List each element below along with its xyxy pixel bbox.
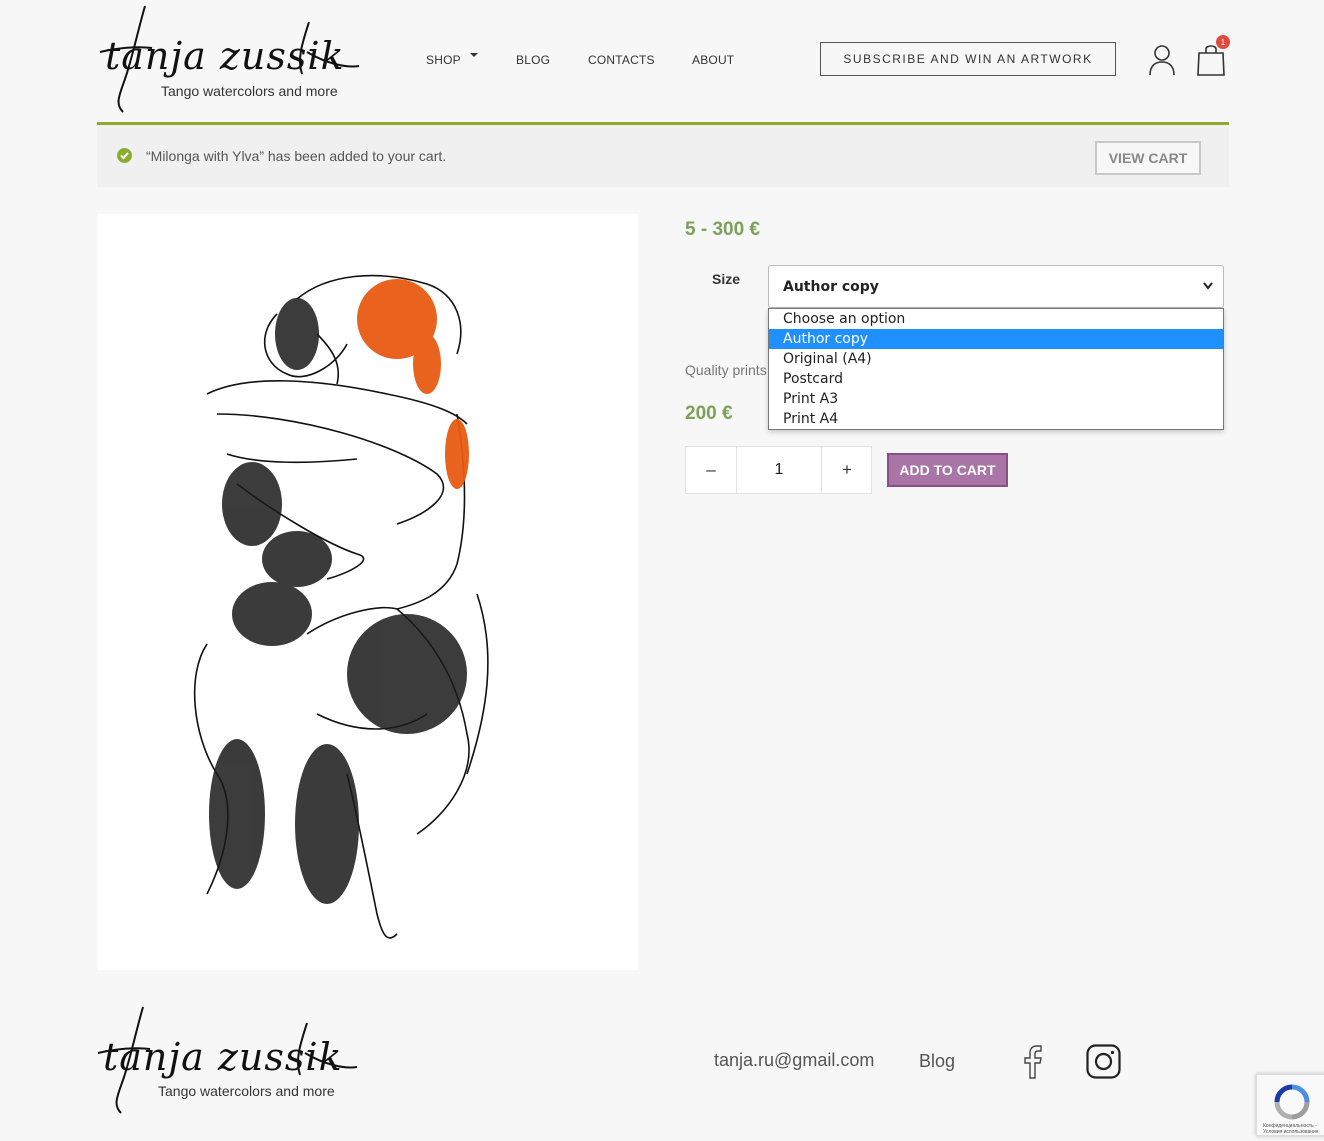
add-to-cart-button[interactable]: ADD TO CART	[887, 453, 1008, 487]
variation-description: Quality prints	[685, 362, 767, 378]
price-range: 5 - 300 €	[685, 219, 760, 240]
size-option-postcard[interactable]: Postcard	[769, 369, 1223, 389]
size-select[interactable]: Author copy	[768, 265, 1224, 308]
footer-logo[interactable]: tanja zussik Tango watercolors and more	[95, 1005, 360, 1117]
size-label: Size	[712, 271, 741, 287]
variation-price: 200 €	[685, 403, 733, 424]
recaptcha-terms[interactable]: Конфиденциальность - Условия использован…	[1263, 1123, 1323, 1135]
quantity-stepper: – 1 +	[685, 446, 872, 494]
size-select-value: Author copy	[783, 279, 879, 295]
quantity-input[interactable]: 1	[736, 447, 822, 493]
size-option-print-a4[interactable]: Print A4	[769, 409, 1223, 429]
recaptcha-icon	[1274, 1084, 1310, 1120]
artwork-drawing	[193, 274, 489, 939]
size-dropdown-list: Choose an option Author copy Original (A…	[768, 308, 1224, 430]
size-option-original-a4[interactable]: Original (A4)	[769, 349, 1223, 369]
size-option-author-copy[interactable]: Author copy	[769, 329, 1223, 349]
logo-tagline: Tango watercolors and more	[161, 83, 338, 99]
footer-email-link[interactable]: tanja.ru@gmail.com	[714, 1050, 874, 1071]
cart-notice: “Milonga with Ylva” has been added to yo…	[97, 122, 1229, 187]
caret-down-icon	[469, 53, 478, 57]
cart-count-badge: 1	[1216, 35, 1230, 49]
nav-blog[interactable]: BLOG	[516, 53, 550, 67]
facebook-icon[interactable]	[1020, 1044, 1046, 1080]
recaptcha-badge[interactable]: Конфиденциальность - Условия использован…	[1256, 1074, 1324, 1136]
footer-logo-tagline: Tango watercolors and more	[158, 1083, 335, 1099]
nav-shop-label: SHOP	[426, 53, 461, 67]
size-option-print-a3[interactable]: Print A3	[769, 389, 1223, 409]
nav-shop[interactable]: SHOP	[426, 53, 478, 67]
header-logo[interactable]: tanja zussik Tango watercolors and more	[97, 4, 362, 116]
footer-logo-script-text: tanja zussik	[103, 1035, 343, 1079]
product-artwork-image[interactable]	[97, 214, 638, 970]
user-account-icon[interactable]	[1148, 44, 1176, 76]
chevron-down-icon	[1203, 282, 1213, 290]
logo-script-text: tanja zussik	[105, 34, 345, 78]
nav-about[interactable]: ABOUT	[692, 53, 734, 67]
check-circle-icon	[117, 148, 132, 163]
notice-message: “Milonga with Ylva” has been added to yo…	[146, 148, 447, 164]
size-option-choose[interactable]: Choose an option	[769, 309, 1223, 329]
instagram-icon[interactable]	[1086, 1044, 1121, 1079]
nav-contacts[interactable]: CONTACTS	[588, 53, 655, 67]
quantity-minus-button[interactable]: –	[686, 447, 736, 493]
view-cart-button[interactable]: VIEW CART	[1095, 141, 1201, 175]
subscribe-button[interactable]: SUBSCRIBE AND WIN AN ARTWORK	[820, 42, 1116, 76]
quantity-plus-button[interactable]: +	[822, 447, 872, 493]
footer-blog-link[interactable]: Blog	[919, 1051, 955, 1072]
